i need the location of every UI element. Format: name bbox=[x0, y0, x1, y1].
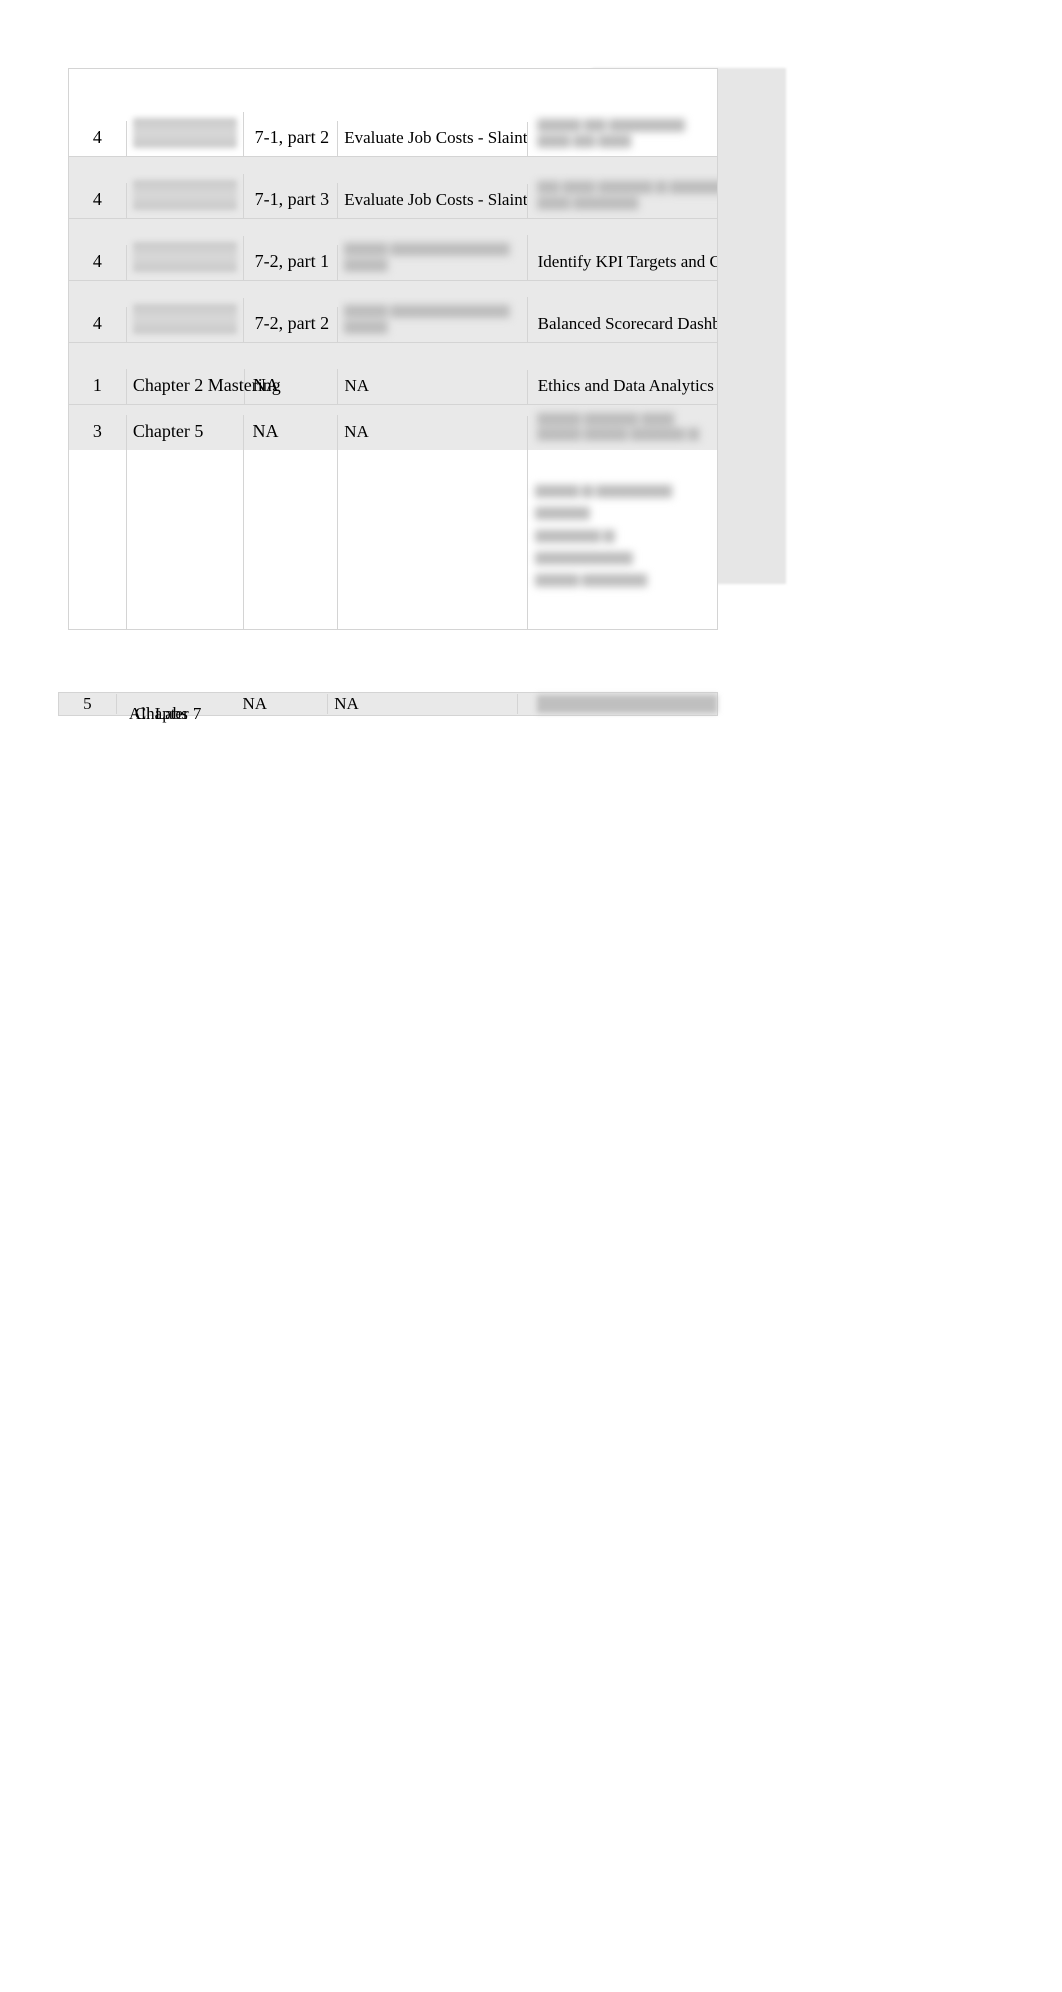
empty-cell bbox=[244, 450, 338, 629]
row-number: 1 bbox=[69, 369, 127, 404]
description-cell: Balanced Scorecard Dashboard bbox=[528, 308, 717, 342]
blurred-text bbox=[537, 695, 717, 713]
part-label: 7-1, part 3 bbox=[244, 183, 338, 218]
activity-title: ▆▆▆▆ ▆▆▆▆▆▆▆▆▆▆▆▆▆▆▆ bbox=[338, 235, 527, 280]
assignment-table: 4 7-1, part 2 Evaluate Job Costs - Slain… bbox=[68, 68, 718, 630]
description-cell: ▆▆▆▆ ▆▆▆▆▆ ▆▆▆▆▆▆▆ ▆▆▆▆ ▆▆▆▆▆ ▆ bbox=[528, 405, 717, 450]
activity-title: Evaluate Job Costs - Slainte bbox=[338, 184, 527, 218]
blurred-text: ▆▆▆▆ ▆▆▆▆▆ ▆▆▆▆▆▆▆ ▆▆▆▆ ▆▆▆▆▆ ▆ bbox=[538, 411, 699, 442]
chapter-label-b: All Labs bbox=[129, 704, 188, 724]
description-cell: Ethics and Data Analytics bbox=[528, 370, 717, 404]
activity-title: NA bbox=[328, 694, 517, 714]
table-row: 1 Chapter 2 Mastering NA NA Ethics and D… bbox=[68, 342, 718, 404]
description-cell: Identify KPI Targets and Colors bbox=[528, 246, 717, 280]
part-label: 7-2, part 2 bbox=[244, 307, 338, 342]
table-row: 3 Chapter 5 NA NA ▆▆▆▆ ▆▆▆▆▆ ▆▆▆▆▆▆▆ ▆▆▆… bbox=[68, 404, 718, 450]
thumbnail-blur bbox=[133, 304, 238, 334]
blurred-text: ▆▆ ▆▆▆ ▆▆▆▆▆ ▆ ▆▆▆▆▆▆▆▆ ▆▆▆▆▆▆ bbox=[538, 179, 717, 210]
row-number: 4 bbox=[69, 245, 127, 280]
thumbnail-cell bbox=[127, 298, 245, 342]
empty-cell: ▆▆▆▆ ▆ ▆▆▆▆▆▆▆▆▆▆▆▆▆▆▆▆▆▆ ▆▆▆▆▆▆▆▆▆▆▆▆▆▆… bbox=[528, 450, 717, 629]
row-number: 4 bbox=[69, 121, 127, 156]
chapter-cell: Chapter 2 Mastering bbox=[127, 369, 245, 404]
part-label: 7-1, part 2 bbox=[244, 121, 338, 156]
footer-table-row: 5 Chapter 7 All Labs NA NA bbox=[58, 692, 718, 716]
activity-title: NA bbox=[338, 370, 527, 404]
blurred-text: ▆▆▆▆ ▆▆ ▆▆▆▆▆▆▆▆▆▆ ▆▆ ▆▆▆ bbox=[538, 117, 685, 148]
row-number: 5 bbox=[59, 694, 117, 714]
description-cell: ▆▆ ▆▆▆ ▆▆▆▆▆ ▆ ▆▆▆▆▆▆▆▆ ▆▆▆▆▆▆ bbox=[528, 173, 717, 218]
table-gap-row: ▆▆▆▆ ▆ ▆▆▆▆▆▆▆▆▆▆▆▆▆▆▆▆▆▆ ▆▆▆▆▆▆▆▆▆▆▆▆▆▆… bbox=[68, 450, 718, 630]
empty-cell bbox=[338, 450, 527, 629]
thumbnail-cell bbox=[127, 174, 245, 218]
activity-title: NA bbox=[338, 416, 527, 450]
table-row: 4 7-2, part 2 ▆▆▆▆ ▆▆▆▆▆▆▆▆▆▆▆▆▆▆▆ Balan… bbox=[68, 280, 718, 342]
blurred-paragraph: ▆▆▆▆ ▆ ▆▆▆▆▆▆▆▆▆▆▆▆▆▆▆▆▆▆ ▆▆▆▆▆▆▆▆▆▆▆▆▆▆… bbox=[536, 480, 709, 592]
part-label: NA bbox=[244, 415, 338, 450]
thumbnail-blur bbox=[133, 118, 238, 148]
part-label: NA bbox=[234, 694, 328, 714]
thumbnail-blur bbox=[133, 242, 238, 272]
part-label: 7-2, part 1 bbox=[244, 245, 338, 280]
thumbnail-cell bbox=[127, 112, 245, 156]
table-row: 4 7-1, part 2 Evaluate Job Costs - Slain… bbox=[68, 68, 718, 156]
part-label: NA bbox=[245, 369, 339, 404]
row-number: 4 bbox=[69, 183, 127, 218]
empty-cell bbox=[127, 450, 245, 629]
description-cell: ▆▆▆▆ ▆▆ ▆▆▆▆▆▆▆▆▆▆ ▆▆ ▆▆▆ bbox=[528, 111, 717, 156]
activity-title: Evaluate Job Costs - Slainte bbox=[338, 122, 527, 156]
chapter-cell: Chapter 5 bbox=[127, 415, 245, 450]
row-number: 4 bbox=[69, 307, 127, 342]
table-row: 4 7-1, part 3 Evaluate Job Costs - Slain… bbox=[68, 156, 718, 218]
empty-cell bbox=[69, 450, 127, 629]
activity-title: ▆▆▆▆ ▆▆▆▆▆▆▆▆▆▆▆▆▆▆▆ bbox=[338, 297, 527, 342]
blurred-text: ▆▆▆▆ ▆▆▆▆▆▆▆▆▆▆▆▆▆▆▆ bbox=[344, 241, 509, 272]
blurred-text: ▆▆▆▆ ▆▆▆▆▆▆▆▆▆▆▆▆▆▆▆ bbox=[344, 303, 509, 334]
thumbnail-cell bbox=[127, 236, 245, 280]
thumbnail-blur bbox=[133, 180, 238, 210]
row-number: 3 bbox=[69, 415, 127, 450]
table-row: 4 7-2, part 1 ▆▆▆▆ ▆▆▆▆▆▆▆▆▆▆▆▆▆▆▆ Ident… bbox=[68, 218, 718, 280]
